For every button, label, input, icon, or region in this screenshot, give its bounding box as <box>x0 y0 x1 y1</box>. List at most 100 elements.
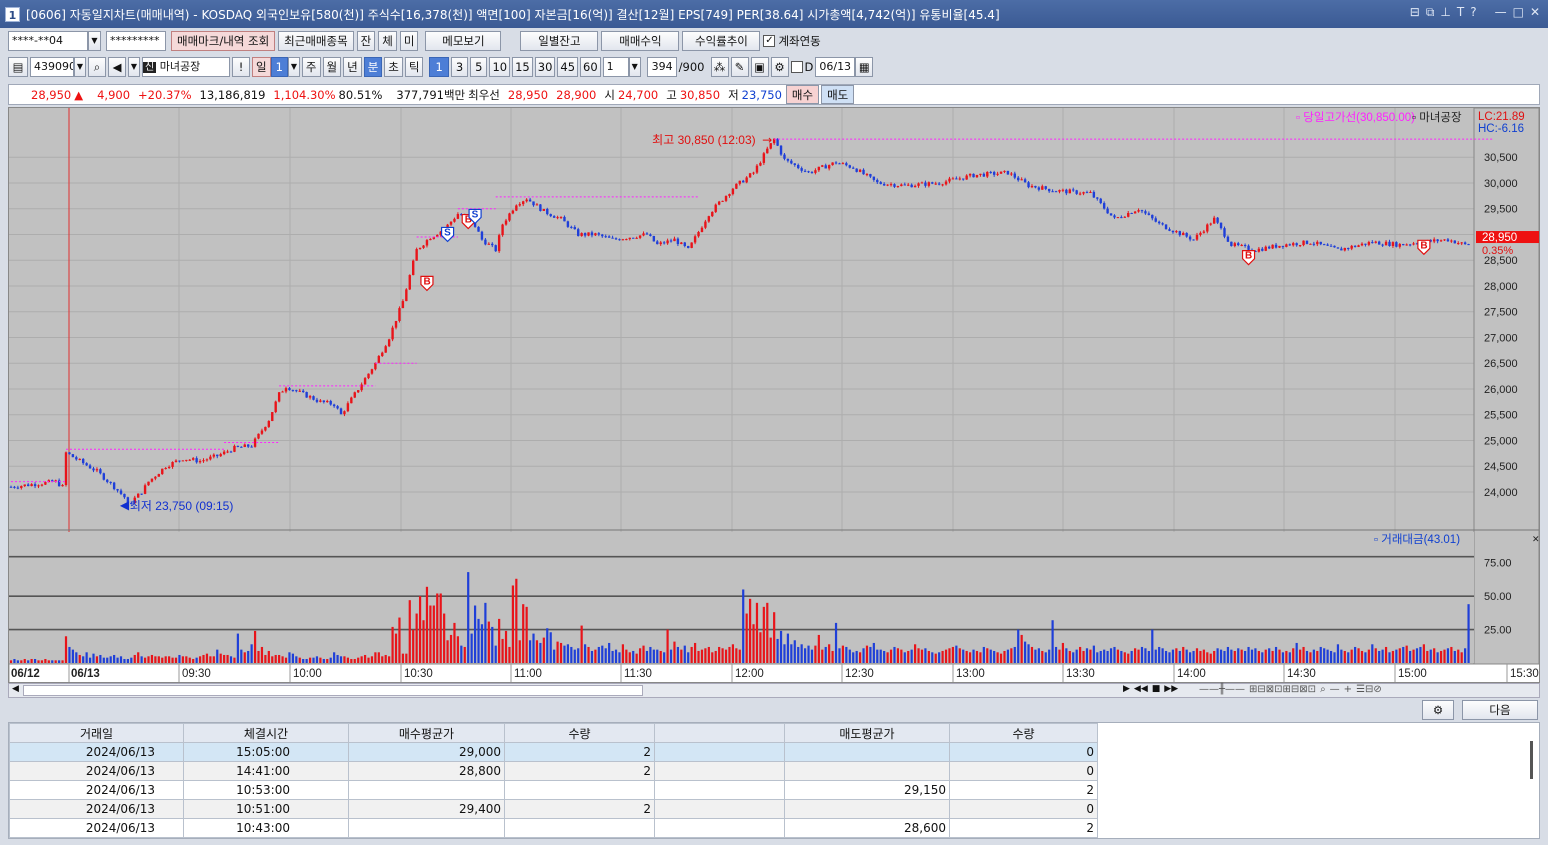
interval-60[interactable]: 60 <box>580 57 601 77</box>
col-buy-qty[interactable]: 수량 <box>504 723 655 743</box>
memo-button[interactable]: 메모보기 <box>425 31 502 51</box>
buy-button[interactable]: 매수 <box>785 85 820 104</box>
code-dropdown-icon[interactable]: ▼ <box>74 57 86 77</box>
table-row[interactable]: 2024/06/13 10:43:00 28,600 2 <box>9 818 1098 838</box>
period-tick[interactable]: 틱 <box>404 57 424 77</box>
col-exec-time[interactable]: 체결시간 <box>183 723 349 743</box>
volume-bar <box>1264 649 1267 663</box>
grid-icon[interactable]: ⊞⊟⊠⊡⊞⊟⊠⊡ <box>1249 684 1316 695</box>
help-icon[interactable]: ? <box>1470 5 1476 20</box>
bar-count-input[interactable]: 394 <box>646 57 677 77</box>
volume-bar <box>790 644 793 663</box>
stock-code-input[interactable]: 439090 <box>30 57 74 77</box>
volume-bar <box>601 645 604 663</box>
balance-button[interactable]: 잔 <box>356 31 376 51</box>
restore-icon[interactable]: ⧉ <box>1426 5 1435 20</box>
table-row[interactable]: 2024/06/13 14:41:00 28,800 2 0 <box>9 761 1098 781</box>
pin-icon[interactable]: ⊥ <box>1440 5 1450 20</box>
zoom-out-icon[interactable]: — <box>1330 684 1340 695</box>
scroll-left-icon[interactable]: ◀ <box>12 684 19 694</box>
period-month[interactable]: 월 <box>322 57 342 77</box>
recent-trades-button[interactable]: 최근매매종목 <box>278 31 354 51</box>
list-icon[interactable]: ☰⊟⊘ <box>1356 684 1382 695</box>
col-sell-qty[interactable]: 수량 <box>949 723 1098 743</box>
chart-canvas[interactable]: 30,50030,00029,50029,00028,50028,00027,5… <box>8 107 1548 683</box>
chart-type-icon[interactable]: ▤ <box>8 57 28 77</box>
candle-body <box>398 308 401 321</box>
sell-button[interactable]: 매도 <box>821 85 855 104</box>
calendar-icon[interactable]: ▦ <box>855 57 874 77</box>
interval-45[interactable]: 45 <box>557 57 579 77</box>
account-link-checkbox[interactable]: ✓ <box>763 35 776 47</box>
password-field[interactable]: ********* <box>106 31 166 51</box>
next-button[interactable]: 다음 <box>1462 700 1538 720</box>
interval-15[interactable]: 15 <box>512 57 533 77</box>
return-trend-button[interactable]: 수익률추이 <box>682 31 761 51</box>
count-dropdown-icon[interactable]: ▼ <box>628 57 641 77</box>
interval-10[interactable]: 10 <box>489 57 511 77</box>
unexecuted-button[interactable]: 미 <box>399 31 419 51</box>
trade-profit-button[interactable]: 매매수익 <box>601 31 680 51</box>
table-scrollbar[interactable] <box>1530 741 1533 779</box>
ask-price: 28,950 <box>507 87 549 102</box>
layout-icon[interactable]: ⊟ <box>1410 5 1420 20</box>
daily-balance-button[interactable]: 일별잔고 <box>520 31 599 51</box>
grid-settings-icon[interactable]: ⚙ <box>1422 700 1454 720</box>
interval-30[interactable]: 30 <box>534 57 556 77</box>
play-icon[interactable]: ▶ <box>1123 684 1130 694</box>
d-checkbox[interactable] <box>790 61 803 73</box>
table-row[interactable]: 2024/06/13 15:05:00 29,000 2 0 <box>9 742 1098 762</box>
interval-1[interactable]: 1 <box>429 57 449 77</box>
zoom-slider-icon[interactable]: ——╫—— <box>1199 684 1245 695</box>
indicator-icon[interactable]: ⁂ <box>710 57 729 77</box>
candle-body <box>381 352 384 357</box>
text-icon[interactable]: T <box>1457 5 1464 20</box>
period-year[interactable]: 년 <box>343 57 362 77</box>
chart-scroll-bar[interactable]: ◀ ▶ ◀◀ ■ ▶▶ ——╫—— ⊞⊟⊠⊡⊞⊟⊠⊡ ⌕ — + ☰⊟⊘ <box>8 683 1540 698</box>
period-second[interactable]: 초 <box>384 57 403 77</box>
volume-bar <box>1209 653 1212 663</box>
zoom-icon[interactable]: ⌕ <box>1320 684 1326 695</box>
search-icon[interactable]: ⌕ <box>88 57 106 77</box>
period-minute[interactable]: 분 <box>363 57 383 77</box>
gear-icon[interactable]: ⚙ <box>770 57 789 77</box>
speaker-icon[interactable]: ◀ <box>108 57 126 77</box>
speaker-dropdown-icon[interactable]: ▼ <box>128 57 140 77</box>
maximize-icon[interactable]: □ <box>1513 5 1524 20</box>
date-input[interactable]: 06/13 <box>815 57 856 77</box>
period-week[interactable]: 주 <box>301 57 321 77</box>
interval-count-input[interactable]: 1 <box>602 57 629 77</box>
save-icon[interactable]: ▣ <box>750 57 769 77</box>
col-sell-avg[interactable]: 매도평균가 <box>784 723 950 743</box>
period-dropdown-icon[interactable]: ▼ <box>287 57 300 77</box>
close-icon[interactable]: ✕ <box>1530 5 1540 20</box>
scroll-thumb[interactable] <box>23 685 643 696</box>
period-day[interactable]: 일 <box>252 57 271 77</box>
stop-icon[interactable]: ■ <box>1152 684 1161 694</box>
volume-bar <box>838 648 841 663</box>
trade-marks-query-button[interactable]: 매매마크/내역 조회 <box>171 31 276 51</box>
minimize-icon[interactable]: — <box>1495 5 1507 20</box>
interval-3[interactable]: 3 <box>450 57 469 77</box>
volume-bar <box>955 645 958 663</box>
executed-button[interactable]: 체 <box>378 31 397 51</box>
period-day-count[interactable]: 1 <box>270 57 288 77</box>
col-trade-date[interactable]: 거래일 <box>9 723 184 743</box>
table-row[interactable]: 2024/06/13 10:53:00 29,150 2 <box>9 780 1098 800</box>
draw-tool-icon[interactable]: ✎ <box>730 57 749 77</box>
open-label: 시 <box>604 87 615 102</box>
interval-5[interactable]: 5 <box>470 57 488 77</box>
alert-button[interactable]: ! <box>232 57 250 77</box>
rewind-icon[interactable]: ◀◀ <box>1134 684 1148 694</box>
volume-bar <box>339 656 343 663</box>
col-buy-avg[interactable]: 매수평균가 <box>348 723 505 743</box>
fast-forward-icon[interactable]: ▶▶ <box>1164 684 1178 694</box>
volume-bar <box>879 649 882 663</box>
table-row[interactable]: 2024/06/13 10:51:00 29,400 2 0 <box>9 799 1098 819</box>
price-chart[interactable]: 30,50030,00029,50029,00028,50028,00027,5… <box>8 107 1548 683</box>
volume-bar <box>852 652 855 663</box>
stock-name-field[interactable]: 신 마녀공장 <box>142 57 230 77</box>
zoom-in-icon[interactable]: + <box>1344 684 1352 695</box>
account-field[interactable]: ****-**04 <box>8 31 88 51</box>
account-dropdown-icon[interactable]: ▼ <box>88 31 101 51</box>
